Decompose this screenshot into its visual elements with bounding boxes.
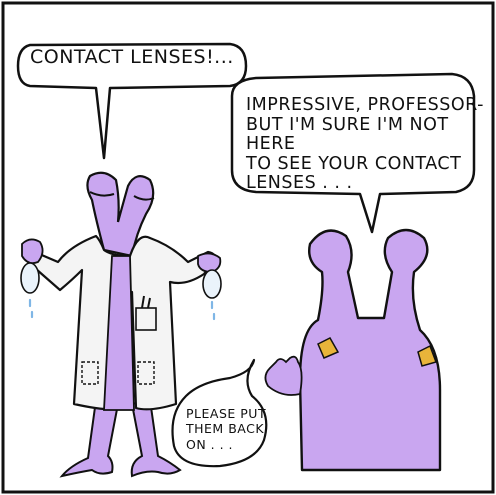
visitor-followup-speech-text: PLEASE PUT THEM BACK ON . . . — [186, 406, 267, 452]
comic-panel: CONTACT LENSES!... IMPRESSIVE, PROFESSOR… — [0, 0, 496, 495]
visitor-alien — [264, 228, 442, 472]
visitor-speech-text: IMPRESSIVE, PROFESSOR- BUT I'M SURE I'M … — [246, 95, 484, 194]
professor-speech-text: CONTACT LENSES!... — [30, 46, 234, 68]
